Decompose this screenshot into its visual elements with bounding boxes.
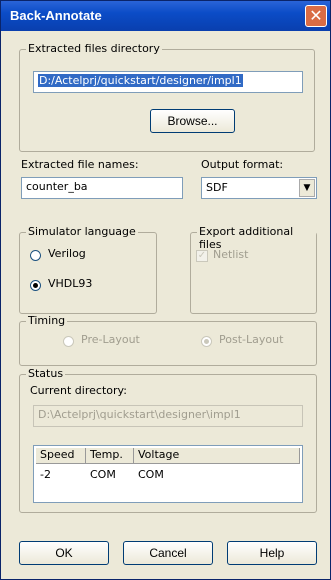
simulator-language-group: Simulator language Verilog VHDL93	[19, 225, 157, 314]
netlist-checkbox[interactable]: ✓	[196, 250, 208, 262]
timing-legend: Timing	[26, 314, 68, 327]
verilog-label: Verilog	[48, 247, 86, 260]
ok-button[interactable]: OK	[19, 541, 109, 565]
extracted-file-names-label: Extracted file names:	[21, 158, 139, 171]
verilog-radio[interactable]	[30, 250, 41, 261]
pre-layout-label: Pre-Layout	[81, 333, 140, 346]
title-bar: Back-Annotate ✕	[1, 1, 330, 31]
window-title: Back-Annotate	[10, 8, 102, 23]
post-layout-radio[interactable]	[201, 336, 212, 347]
table-cell-voltage: COM	[138, 468, 164, 481]
radio-selected-dot	[204, 339, 209, 344]
status-group: Status Current directory: D:\Actelprj\qu…	[19, 367, 317, 513]
directory-value: D:/Actelprj/quickstart/designer/impl1	[38, 74, 243, 87]
help-button[interactable]: Help	[227, 541, 317, 565]
output-format-value: SDF	[206, 181, 228, 194]
export-additional-files-group: Export additional files ✓ Netlist	[190, 225, 317, 314]
back-annotate-dialog: Back-Annotate ✕ Extracted files director…	[0, 0, 331, 580]
post-layout-label: Post-Layout	[219, 333, 284, 346]
table-cell-temp: COM	[90, 468, 116, 481]
current-directory-field: D:\Actelprj\quickstart\designer\impl1	[33, 405, 303, 427]
netlist-label: Netlist	[213, 248, 249, 261]
status-table: Speed Temp. Voltage -2 COM COM	[33, 445, 303, 503]
directory-input[interactable]: D:/Actelprj/quickstart/designer/impl1	[33, 71, 303, 93]
browse-button[interactable]: Browse...	[150, 109, 235, 133]
output-format-select[interactable]: SDF ▼	[201, 177, 317, 199]
extracted-files-directory-legend: Extracted files directory	[26, 42, 162, 55]
output-format-label: Output format:	[201, 158, 284, 171]
current-directory-label: Current directory:	[30, 384, 127, 397]
status-legend: Status	[26, 367, 66, 380]
vhdl93-radio[interactable]	[30, 280, 41, 291]
cancel-button[interactable]: Cancel	[123, 541, 213, 565]
extracted-file-names-input[interactable]: counter_ba	[21, 177, 183, 199]
table-cell-speed: -2	[40, 468, 51, 481]
simulator-language-legend: Simulator language	[26, 225, 138, 238]
pre-layout-radio[interactable]	[63, 336, 74, 347]
extracted-files-directory-group: Extracted files directory D:/Actelprj/qu…	[19, 42, 315, 152]
radio-selected-dot	[33, 283, 38, 288]
table-header-temp[interactable]: Temp.	[86, 448, 134, 464]
table-header-speed[interactable]: Speed	[36, 448, 86, 464]
vhdl93-label: VHDL93	[48, 277, 93, 290]
table-header-voltage[interactable]: Voltage	[134, 448, 300, 464]
chevron-down-icon[interactable]: ▼	[299, 179, 315, 197]
timing-group: Timing Pre-Layout Post-Layout	[19, 314, 317, 366]
close-icon[interactable]: ✕	[305, 5, 327, 27]
